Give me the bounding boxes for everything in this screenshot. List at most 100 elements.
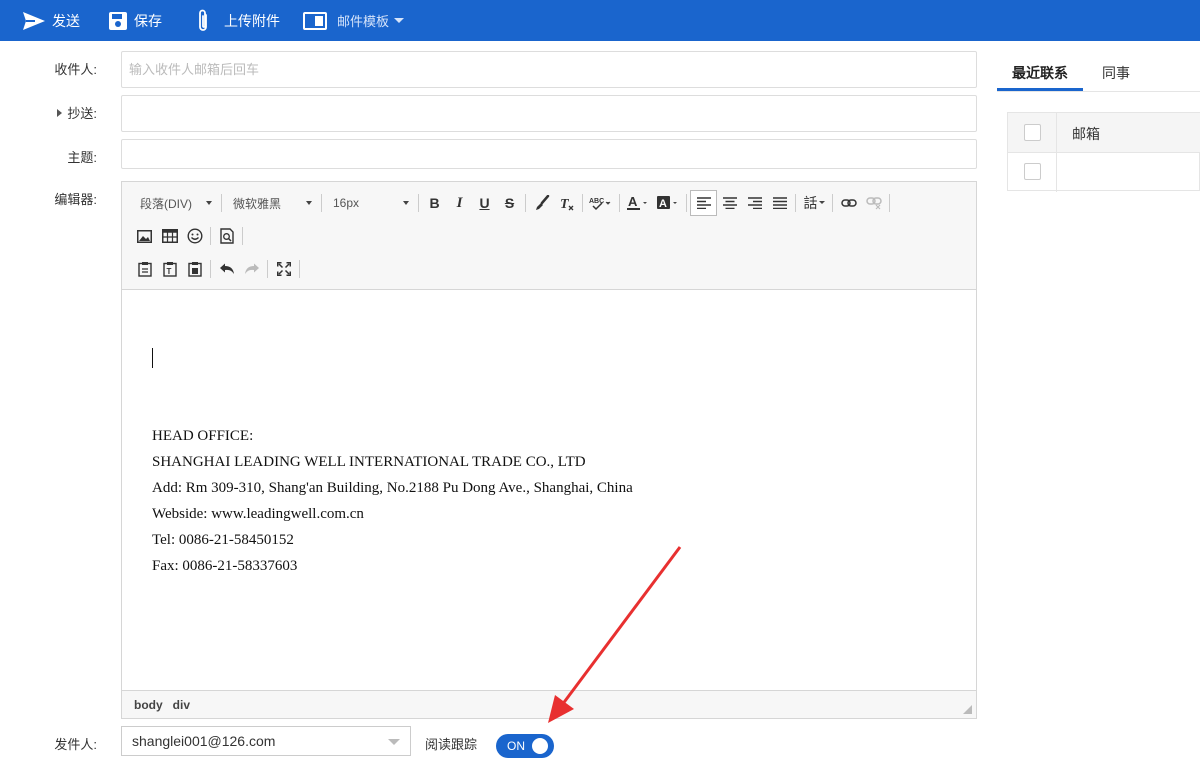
toolbar-separator bbox=[418, 194, 419, 212]
signature-line: Webside: www.leadingwell.com.cn bbox=[152, 506, 364, 522]
element-path-item[interactable]: body bbox=[134, 698, 163, 712]
contacts-tabs: 最近联系 同事 bbox=[997, 55, 1200, 92]
toolbar-separator bbox=[210, 260, 211, 278]
insert-table-button[interactable] bbox=[157, 224, 182, 248]
bold-icon: B bbox=[429, 195, 440, 211]
cc-toggle[interactable]: 抄送: bbox=[27, 103, 97, 122]
send-button[interactable]: 发送 bbox=[22, 0, 80, 41]
insert-image-button[interactable] bbox=[132, 224, 157, 248]
svg-text:A: A bbox=[659, 198, 667, 210]
paint-brush-icon bbox=[535, 195, 549, 210]
svg-text:A: A bbox=[628, 194, 638, 209]
signature-line: SHANGHAI LEADING WELL INTERNATIONAL TRAD… bbox=[152, 454, 586, 470]
recipient-input[interactable] bbox=[121, 51, 977, 88]
mail-template-dropdown[interactable]: 邮件模板 bbox=[303, 0, 405, 41]
recipient-label: 收件人: bbox=[54, 62, 97, 77]
align-center-button[interactable] bbox=[717, 191, 742, 215]
clear-format-button[interactable]: T bbox=[554, 191, 579, 215]
insert-link-button[interactable] bbox=[836, 191, 861, 215]
chevron-down-icon bbox=[403, 201, 409, 205]
signature-line: HEAD OFFICE: bbox=[152, 428, 254, 444]
tab-colleagues[interactable]: 同事 bbox=[1083, 55, 1149, 91]
format-painter-button[interactable] bbox=[529, 191, 554, 215]
italic-button[interactable]: I bbox=[447, 191, 472, 215]
background-color-button[interactable]: A bbox=[653, 191, 683, 215]
link-icon bbox=[840, 199, 857, 207]
clipboard-icon bbox=[137, 262, 152, 277]
cc-label: 抄送: bbox=[67, 106, 97, 121]
read-tracking-label: 阅读跟踪 bbox=[425, 737, 478, 752]
row-checkbox[interactable] bbox=[1024, 163, 1041, 180]
highlight-color-icon: A bbox=[657, 196, 677, 210]
undo-button[interactable] bbox=[214, 257, 239, 281]
fullscreen-button[interactable] bbox=[271, 257, 296, 281]
save-button[interactable]: 保存 bbox=[108, 0, 162, 41]
toolbar-separator bbox=[267, 260, 268, 278]
paste-text-button[interactable]: T bbox=[157, 257, 182, 281]
mail-template-label: 邮件模板 bbox=[337, 14, 390, 29]
column-divider bbox=[1056, 113, 1057, 192]
font-size-select[interactable]: 16px bbox=[325, 190, 415, 216]
cc-input[interactable] bbox=[121, 95, 977, 132]
editor-label: 编辑器: bbox=[54, 192, 97, 207]
font-family-select[interactable]: 微软雅黑 bbox=[225, 190, 318, 216]
toolbar-separator bbox=[795, 194, 796, 212]
editor-toolbar-row-2 bbox=[132, 223, 246, 249]
underline-button[interactable]: U bbox=[472, 191, 497, 215]
paperclip-icon bbox=[199, 9, 207, 31]
top-toolbar: 发送 保存 上传附件 邮件模板 bbox=[0, 0, 1200, 41]
send-icon bbox=[23, 11, 45, 30]
rich-text-editor: 段落(DIV) 微软雅黑 16px B I U S T ABC A A 話 T … bbox=[121, 181, 977, 719]
chevron-down-icon bbox=[388, 739, 400, 745]
editor-content-area[interactable]: HEAD OFFICE: SHANGHAI LEADING WELL INTER… bbox=[122, 290, 976, 690]
svg-text:T: T bbox=[560, 197, 570, 211]
svg-text:T: T bbox=[166, 267, 171, 276]
upload-attachment-button[interactable]: 上传附件 bbox=[196, 0, 280, 41]
preview-button[interactable] bbox=[214, 224, 239, 248]
sender-select[interactable]: shanglei001@126.com bbox=[121, 726, 411, 756]
floppy-disk-icon bbox=[109, 11, 127, 30]
align-left-button[interactable] bbox=[690, 190, 717, 216]
tab-recent-contacts[interactable]: 最近联系 bbox=[997, 55, 1083, 91]
clear-format-icon: T bbox=[560, 197, 573, 211]
strikethrough-button[interactable]: S bbox=[497, 191, 522, 215]
spellcheck-icon: ABC bbox=[589, 198, 611, 211]
text-cursor bbox=[152, 348, 153, 368]
read-tracking-toggle[interactable]: ON bbox=[496, 734, 554, 758]
select-all-checkbox[interactable] bbox=[1024, 124, 1041, 141]
strikethrough-icon: S bbox=[504, 195, 515, 211]
smiley-icon bbox=[186, 228, 203, 244]
contacts-table: 邮箱 bbox=[1007, 112, 1200, 192]
insert-emoji-button[interactable] bbox=[182, 224, 207, 248]
font-color-button[interactable]: A bbox=[623, 191, 653, 215]
align-justify-icon bbox=[772, 197, 787, 209]
spellcheck-button[interactable]: ABC bbox=[586, 191, 616, 215]
paste-word-button[interactable] bbox=[182, 257, 207, 281]
paste-button[interactable] bbox=[132, 257, 157, 281]
align-justify-button[interactable] bbox=[767, 191, 792, 215]
element-path-item[interactable]: div bbox=[173, 698, 190, 712]
font-size-value: 16px bbox=[333, 196, 360, 210]
paragraph-format-value: 段落(DIV) bbox=[140, 196, 192, 211]
paragraph-format-select[interactable]: 段落(DIV) bbox=[132, 190, 218, 216]
align-right-button[interactable] bbox=[742, 191, 767, 215]
table-row bbox=[1008, 153, 1200, 191]
paste-word-icon bbox=[187, 262, 202, 277]
line-height-button[interactable]: 話 bbox=[799, 191, 829, 215]
toolbar-separator bbox=[686, 194, 687, 212]
caret-right-icon bbox=[57, 109, 63, 117]
unlink-button[interactable] bbox=[861, 191, 886, 215]
resize-handle-icon[interactable] bbox=[963, 705, 972, 714]
unlink-icon bbox=[865, 197, 882, 210]
subject-input[interactable] bbox=[121, 139, 977, 169]
bold-button[interactable]: B bbox=[422, 191, 447, 215]
align-left-icon bbox=[696, 197, 711, 209]
toolbar-separator bbox=[242, 227, 243, 245]
email-signature: HEAD OFFICE: SHANGHAI LEADING WELL INTER… bbox=[152, 423, 633, 579]
preview-icon bbox=[219, 228, 234, 244]
sender-label: 发件人: bbox=[54, 737, 97, 752]
redo-button[interactable] bbox=[239, 257, 264, 281]
font-family-value: 微软雅黑 bbox=[233, 196, 282, 211]
toolbar-separator bbox=[832, 194, 833, 212]
contacts-table-header: 邮箱 bbox=[1008, 113, 1200, 153]
